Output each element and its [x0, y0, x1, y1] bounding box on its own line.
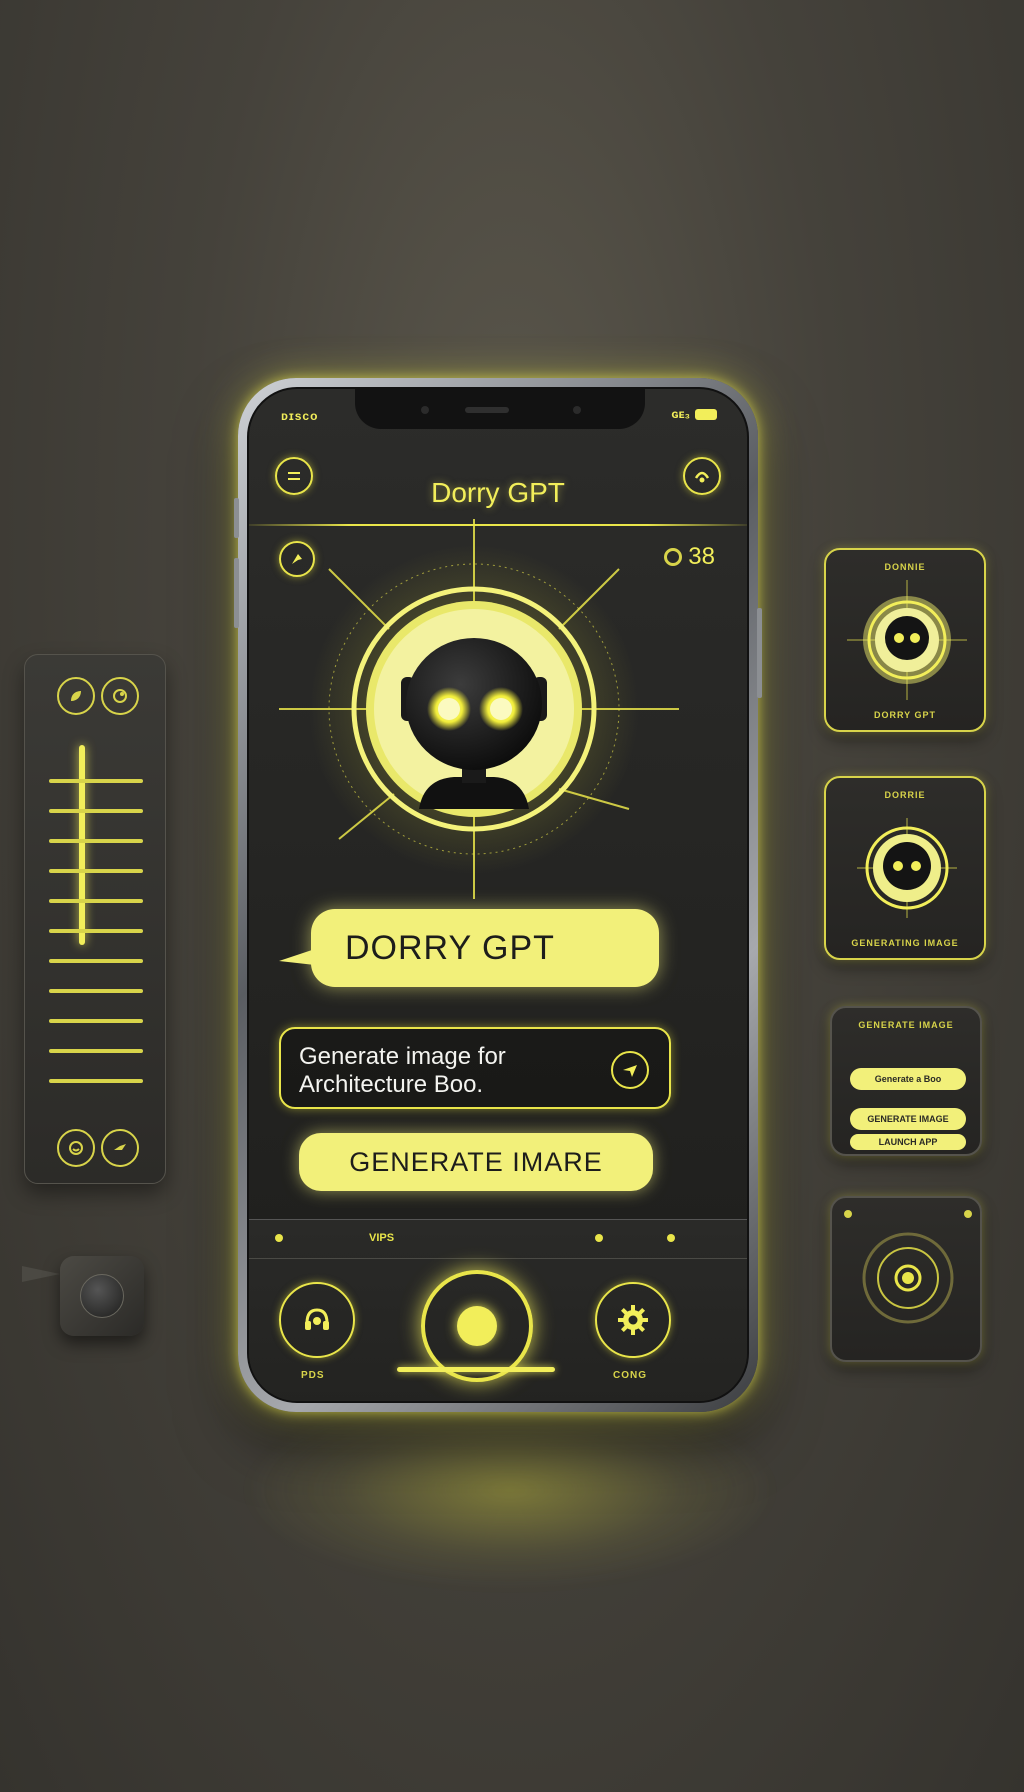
quick-action-pill[interactable]: LAUNCH APP [850, 1134, 966, 1150]
knob-pointer [22, 1266, 60, 1282]
indicator-dot [595, 1234, 603, 1242]
record-icon [457, 1306, 497, 1346]
status-left: ᴅɪsco [281, 409, 319, 423]
floor-glow [240, 1390, 780, 1590]
actions-widget: GENERATE IMAGE Generate a Boo GENERATE I… [830, 1006, 982, 1156]
slider-track[interactable] [79, 745, 85, 945]
send-icon [623, 1065, 637, 1077]
indicator-dot [275, 1234, 283, 1242]
settings-button[interactable] [595, 1282, 671, 1358]
power-button [757, 608, 762, 698]
profile-button[interactable] [683, 457, 721, 495]
prompt-text[interactable]: Generate image for Architecture Boo. [299, 1043, 589, 1099]
phone-screen: ᴅɪsco ɢᴇ₃ Dorry GPT 38 DORRY GPT Generat… [247, 387, 749, 1403]
slider-tick [49, 779, 143, 783]
bird-icon[interactable] [101, 1129, 139, 1167]
earpiece [465, 407, 509, 413]
slider-tick [49, 899, 143, 903]
widget-dot [964, 1210, 972, 1218]
palette-icon[interactable] [101, 677, 139, 715]
side-button [234, 558, 239, 628]
leaf-icon[interactable] [57, 677, 95, 715]
headset-icon [305, 1308, 329, 1330]
voice-button[interactable] [279, 1282, 355, 1358]
chat-bubble: DORRY GPT [311, 909, 659, 987]
smile-icon[interactable] [57, 1129, 95, 1167]
slider-panel [24, 654, 166, 1184]
slider-tick [49, 839, 143, 843]
bubble-tail [279, 949, 315, 965]
prompt-input[interactable]: Generate image for Architecture Boo. [279, 1027, 671, 1109]
record-button[interactable] [421, 1270, 533, 1382]
robot-icon [857, 818, 957, 918]
widget-subtitle: GENERATING IMAGE [851, 938, 959, 948]
home-indicator[interactable] [397, 1367, 555, 1372]
profile-icon [694, 471, 710, 483]
settings-label: CONG [613, 1370, 647, 1381]
slider-tick [49, 959, 143, 963]
dial-control[interactable] [60, 1256, 144, 1336]
toolbar-label: VIPS [369, 1232, 395, 1244]
record-widget[interactable] [830, 1196, 982, 1362]
gear-icon [618, 1305, 648, 1335]
slider-tick [49, 869, 143, 873]
dial-knob[interactable] [80, 1274, 124, 1318]
sensor [573, 406, 581, 414]
widget-title: DORRIE [884, 790, 926, 800]
phone-frame: ᴅɪsco ɢᴇ₃ Dorry GPT 38 DORRY GPT Generat… [234, 378, 762, 1412]
widget-dot [844, 1210, 852, 1218]
send-button[interactable] [611, 1051, 649, 1089]
notch [355, 389, 645, 429]
avatar-widget[interactable]: DONNIE DORRY GPT [824, 548, 986, 732]
indicator-dot [667, 1234, 675, 1242]
bottom-toolbar: VIPS PDS CONG [249, 1219, 747, 1401]
app-title: Dorry GPT [431, 477, 565, 508]
robot-icon [847, 580, 967, 700]
generate-button[interactable]: GENERATE IMARE [299, 1133, 653, 1191]
slider-tick [49, 1079, 143, 1083]
side-button [234, 498, 239, 538]
slider-tick [49, 809, 143, 813]
generating-widget[interactable]: DORRIE GENERATING IMAGE [824, 776, 986, 960]
status-right: ɢᴇ₃ [671, 407, 717, 421]
slider-tick [49, 929, 143, 933]
widget-title: DONNIE [884, 562, 926, 572]
voice-label: PDS [301, 1370, 325, 1381]
widget-title: GENERATE IMAGE [858, 1020, 954, 1030]
robot-avatar [279, 519, 679, 899]
toolbar-divider [249, 1258, 747, 1259]
quick-action-pill[interactable]: GENERATE IMAGE [850, 1108, 966, 1130]
battery-icon [695, 408, 717, 420]
record-icon [862, 1232, 954, 1324]
front-camera [421, 406, 429, 414]
slider-tick [49, 989, 143, 993]
quick-action-pill[interactable]: Generate a Boo [850, 1068, 966, 1090]
status-right-text: ɢᴇ₃ [671, 407, 690, 421]
slider-tick [49, 1019, 143, 1023]
slider-tick [49, 1049, 143, 1053]
widget-subtitle: DORRY GPT [873, 710, 936, 720]
